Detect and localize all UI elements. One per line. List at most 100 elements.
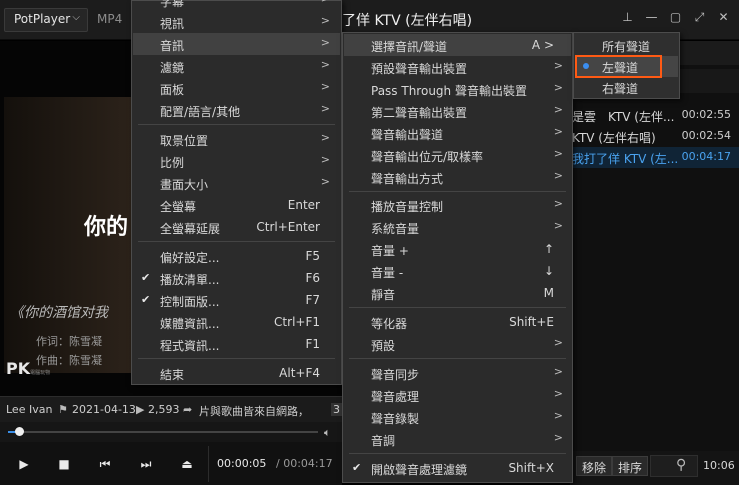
menu-item-label: 畫面大小 bbox=[160, 178, 209, 192]
uploader-name: Lee Ivan bbox=[6, 403, 53, 416]
maximize-icon[interactable]: ▢ bbox=[668, 10, 683, 25]
app-brand-label: PotPlayer bbox=[14, 12, 71, 26]
menu-item-label: 等化器 bbox=[371, 317, 408, 331]
channel-option-right[interactable]: 右聲道 bbox=[575, 77, 678, 98]
menu-item-control-panel[interactable]: ✔ 控制面版... F7 bbox=[133, 289, 340, 311]
menu-item-shortcut: Shift+X bbox=[508, 461, 554, 475]
menu-item-audio-processing[interactable]: 聲音處理 > bbox=[344, 384, 571, 406]
menu-item-subtitles[interactable]: 字幕 > bbox=[133, 0, 340, 11]
menu-item-panel[interactable]: 面板 > bbox=[133, 77, 340, 99]
menu-item-aspect-ratio[interactable]: 比例 > bbox=[133, 150, 340, 172]
menu-item-label: 預設聲音輸出裝置 bbox=[371, 62, 468, 76]
watermark-text: PK bbox=[6, 359, 31, 378]
chevron-right-icon: > bbox=[553, 103, 563, 116]
menu-item-system-volume[interactable]: 系統音量 > bbox=[344, 216, 571, 238]
close-icon[interactable]: ✕ bbox=[716, 10, 731, 25]
volume-icon[interactable]: 🔈︎ bbox=[324, 426, 331, 440]
menu-item-volume-control[interactable]: 播放音量控制 > bbox=[344, 194, 571, 216]
seek-track[interactable] bbox=[8, 431, 318, 433]
menu-item-pitch[interactable]: 音調 > bbox=[344, 428, 571, 450]
menu-item-audio[interactable]: 音訊 > bbox=[133, 33, 340, 55]
play-icon[interactable]: ▶ bbox=[13, 454, 35, 474]
remove-button[interactable]: 移除 bbox=[576, 456, 613, 476]
menu-item-shortcut: Enter bbox=[287, 198, 320, 212]
playlist-item-active[interactable]: 我打了佯 KTV (左... 00:04:17 bbox=[570, 147, 739, 168]
menu-item-shortcut: ↑ bbox=[543, 242, 554, 256]
playlist-item-title: KTV (左伴右唱) bbox=[572, 131, 656, 145]
total-time: / 00:04:17 bbox=[276, 457, 333, 470]
menu-item-default-output[interactable]: 預設聲音輸出裝置 > bbox=[344, 56, 571, 78]
menu-item-label: 字幕 bbox=[160, 0, 185, 9]
menu-item-screen-size[interactable]: 畫面大小 > bbox=[133, 172, 340, 194]
upload-date: 2021-04-13 bbox=[72, 403, 136, 416]
menu-item-label: 聲音處理 bbox=[371, 390, 420, 404]
search-icon[interactable]: ⚲ bbox=[676, 457, 686, 473]
seek-handle[interactable] bbox=[15, 427, 24, 436]
menu-item-label: 面板 bbox=[160, 83, 185, 97]
menu-item-audio-record[interactable]: 聲音錄製 > bbox=[344, 406, 571, 428]
channel-option-all[interactable]: 所有聲道 bbox=[575, 35, 678, 56]
menu-item-bit-sample-rate[interactable]: 聲音輸出位元/取樣率 > bbox=[344, 144, 571, 166]
current-time: 00:00:05 bbox=[217, 457, 267, 470]
menu-separator bbox=[349, 358, 566, 359]
menu-item-exit[interactable]: 結束 Alt+F4 bbox=[133, 362, 340, 384]
views-icon: ▶ bbox=[136, 403, 145, 416]
menu-item-media-info[interactable]: 媒體資訊... Ctrl+F1 bbox=[133, 311, 340, 333]
menu-item-framing[interactable]: 取景位置 > bbox=[133, 128, 340, 150]
menu-item-output-channels[interactable]: 聲音輸出聲道 > bbox=[344, 122, 571, 144]
menu-item-about[interactable]: 程式資訊... F1 bbox=[133, 333, 340, 355]
menu-item-label: 播放清單... bbox=[160, 273, 220, 287]
menu-item-preferences[interactable]: 偏好設定... F5 bbox=[133, 245, 340, 267]
chevron-right-icon: > bbox=[320, 80, 330, 93]
menu-item-label: 全螢幕延展 bbox=[160, 222, 221, 236]
playlist-item[interactable]: KTV (左伴右唱) 00:02:54 bbox=[570, 126, 739, 147]
media-info-bar: Lee Ivan ⚑ 2021-04-13 ▶ 2,593 ➦ 片與歌曲皆來自網… bbox=[0, 396, 342, 422]
menu-item-label: 聲音輸出位元/取樣率 bbox=[371, 150, 484, 164]
channel-submenu: 所有聲道 左聲道 右聲道 bbox=[573, 32, 680, 99]
chevron-right-icon: > bbox=[320, 58, 330, 71]
menu-item-volume-down[interactable]: 音量 - ↓ bbox=[344, 260, 571, 282]
next-icon[interactable]: ⏭ bbox=[135, 454, 157, 474]
menu-item-second-output[interactable]: 第二聲音輸出裝置 > bbox=[344, 100, 571, 122]
pin-icon[interactable]: ⊥ bbox=[620, 10, 635, 25]
media-format-label: MP4 bbox=[97, 12, 123, 26]
menu-item-mute[interactable]: 靜音 M bbox=[344, 282, 571, 304]
menu-item-label: 音量 + bbox=[371, 244, 409, 258]
menu-item-config[interactable]: 配置/語言/其他 > bbox=[133, 99, 340, 121]
menu-item-shortcut: ↓ bbox=[543, 264, 554, 278]
app-menu-button[interactable]: PotPlayer ⌵ bbox=[4, 8, 88, 32]
menu-item-fullscreen-stretch[interactable]: 全螢幕延展 Ctrl+Enter bbox=[133, 216, 340, 238]
minimize-icon[interactable]: — bbox=[644, 10, 659, 25]
menu-item-equalizer[interactable]: 等化器 Shift+E bbox=[344, 311, 571, 333]
chevron-right-icon: > bbox=[553, 409, 563, 422]
menu-item-volume-up[interactable]: 音量 + ↑ bbox=[344, 238, 571, 260]
menu-item-audio-sync[interactable]: 聲音同步 > bbox=[344, 362, 571, 384]
sort-button[interactable]: 排序 bbox=[612, 456, 649, 476]
menu-item-presets[interactable]: 預設 > bbox=[344, 333, 571, 355]
fullscreen-icon[interactable]: ⤢ bbox=[692, 10, 707, 25]
chevron-right-icon: > bbox=[553, 431, 563, 444]
previous-icon[interactable]: ⏮ bbox=[94, 454, 116, 474]
menu-item-output-method[interactable]: 聲音輸出方式 > bbox=[344, 166, 571, 188]
menu-item-pass-through[interactable]: Pass Through 聲音輸出裝置 > bbox=[344, 78, 571, 100]
chevron-right-icon: > bbox=[553, 336, 563, 349]
eject-icon[interactable]: ⏏ bbox=[176, 454, 198, 474]
playlist-search-input[interactable] bbox=[650, 455, 698, 477]
menu-item-audio-filters[interactable]: ✔ 開啟聲音處理濾鏡 Shift+X bbox=[344, 457, 571, 479]
audio-submenu: 選擇音訊/聲道 A > 預設聲音輸出裝置 > Pass Through 聲音輸出裝置… bbox=[342, 32, 573, 483]
video-lyric-text: 你的 bbox=[84, 215, 129, 240]
menu-item-shortcut: F5 bbox=[305, 249, 320, 263]
checkmark-icon: ✔ bbox=[352, 461, 362, 474]
menu-item-select-audio-channel[interactable]: 選擇音訊/聲道 A > bbox=[344, 34, 571, 56]
stop-icon[interactable]: ■ bbox=[53, 454, 75, 474]
menu-item-video[interactable]: 視訊 > bbox=[133, 11, 340, 33]
channel-option-left[interactable]: 左聲道 bbox=[575, 56, 678, 77]
menu-item-label: Pass Through 聲音輸出裝置 bbox=[371, 84, 527, 98]
menu-item-filters[interactable]: 濾鏡 > bbox=[133, 55, 340, 77]
playlist-item[interactable]: 是雲 KTV (左伴... 00:02:55 bbox=[570, 105, 739, 126]
seek-bar[interactable]: 🔈︎ bbox=[0, 422, 342, 442]
video-credit-lyrics: 作词：陈雪凝 bbox=[36, 335, 102, 348]
info-more-badge[interactable]: 3 bbox=[331, 403, 342, 416]
menu-item-fullscreen[interactable]: 全螢幕 Enter bbox=[133, 194, 340, 216]
menu-item-playlist[interactable]: ✔ 播放清單... F6 bbox=[133, 267, 340, 289]
